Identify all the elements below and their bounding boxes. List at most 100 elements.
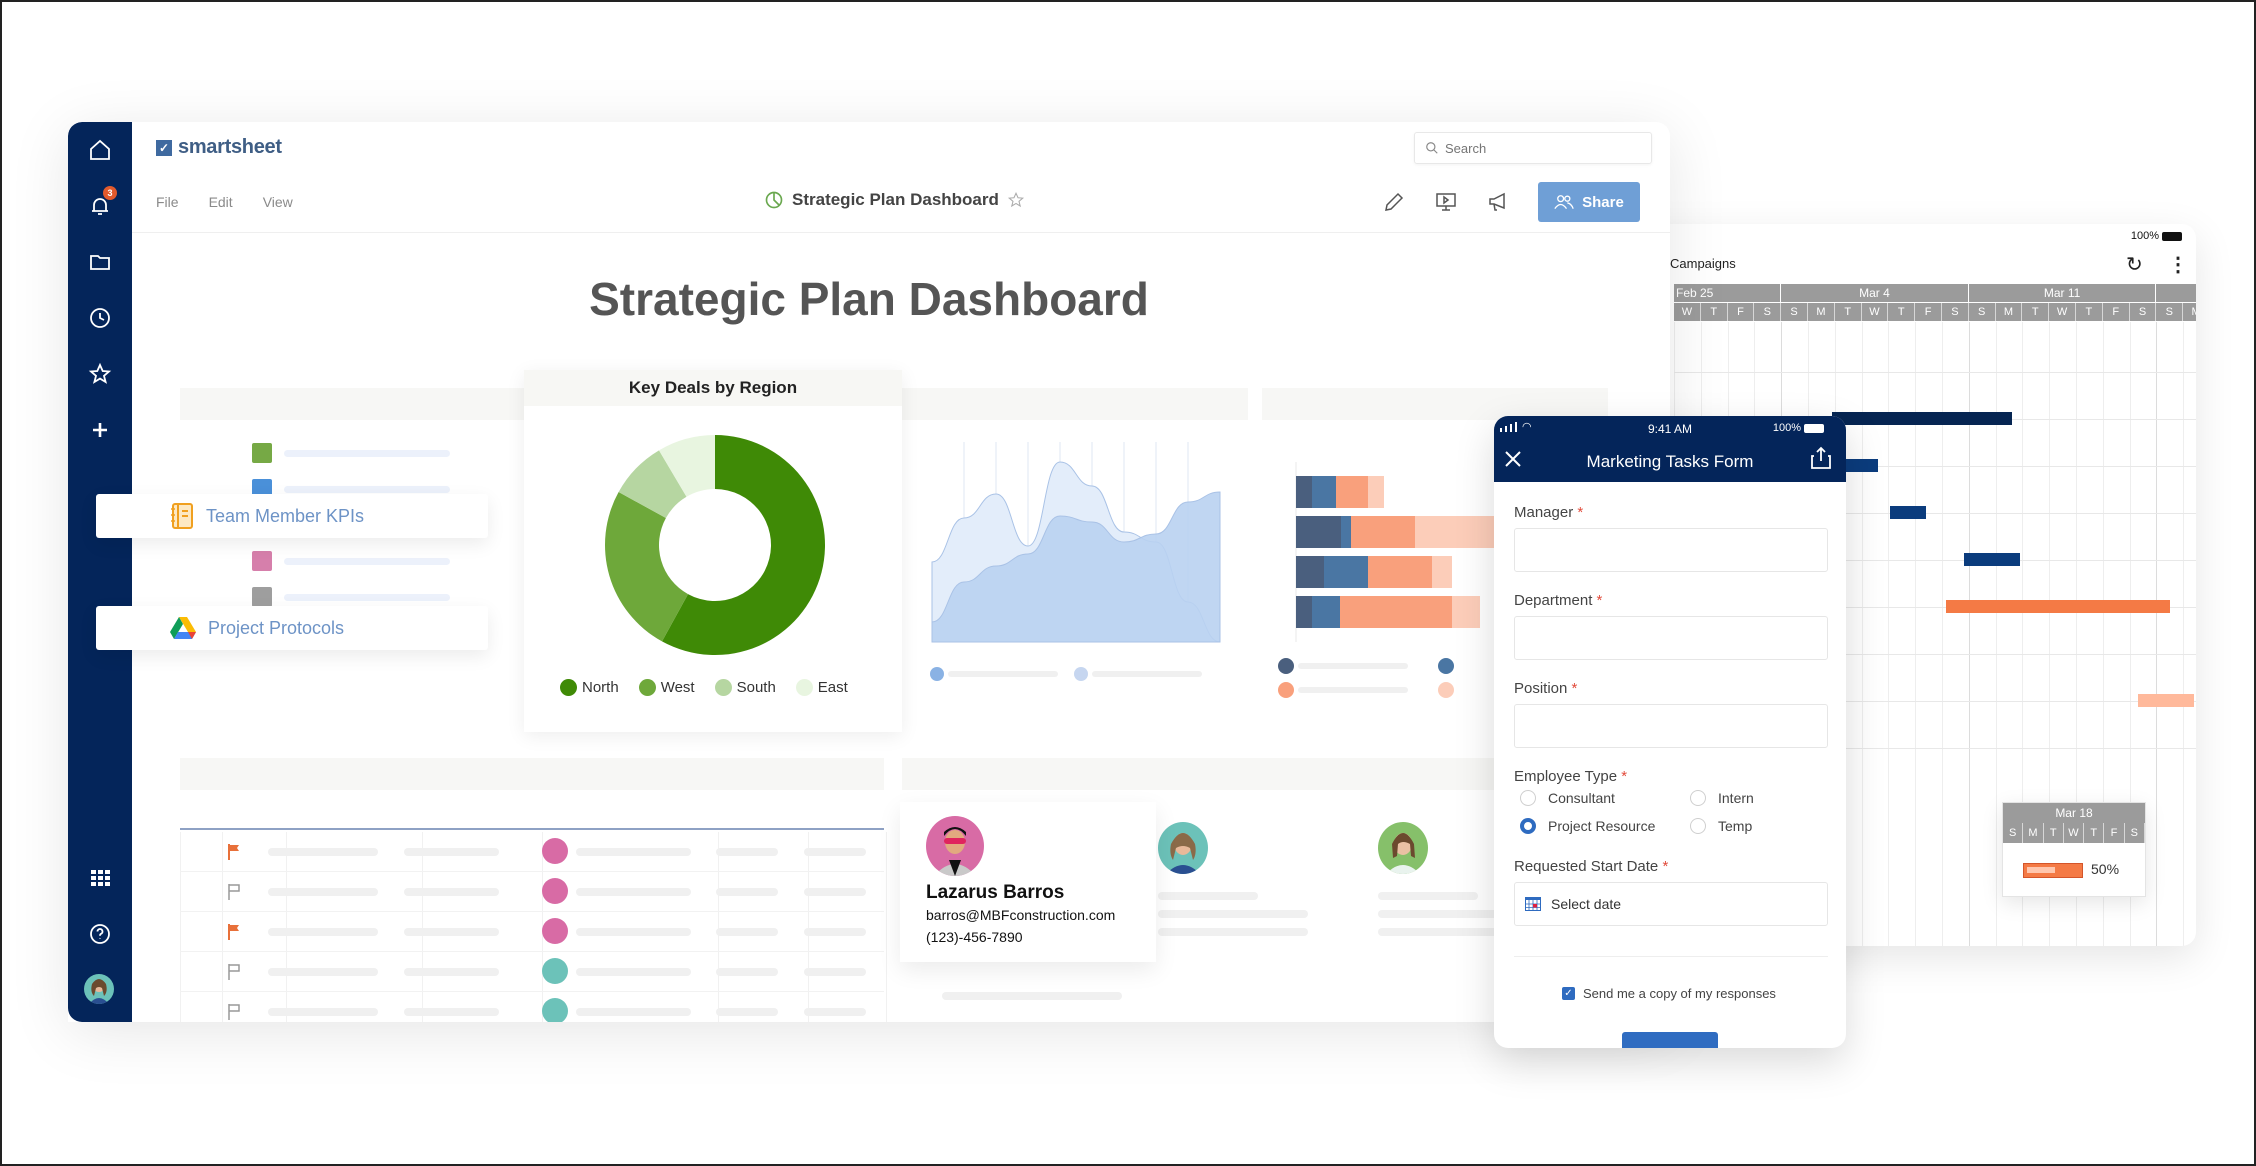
radio-project-resource[interactable]: Project Resource [1520, 818, 1655, 834]
star-icon[interactable] [84, 358, 116, 390]
google-drive-icon [170, 617, 196, 639]
flag-outline-icon[interactable] [228, 884, 240, 900]
tablet-battery: 100% [2131, 230, 2182, 242]
contact-email[interactable]: barros@MBFconstruction.com [926, 907, 1115, 923]
assignee-avatar[interactable] [542, 838, 568, 864]
favorite-star-icon[interactable] [1007, 191, 1025, 209]
menu-edit[interactable]: Edit [209, 194, 233, 210]
gantt-day-header: S [2156, 303, 2184, 321]
refresh-icon[interactable]: ↻ [2126, 252, 2143, 277]
tooltip-progress-label: 50% [2091, 861, 2120, 877]
area-legend-dot-b [1074, 667, 1088, 681]
flag-filled-icon[interactable] [228, 924, 240, 940]
assignee-avatar[interactable] [542, 958, 568, 984]
assignee-avatar[interactable] [542, 878, 568, 904]
assignee-avatar[interactable] [542, 998, 568, 1022]
gantt-day-header: S [1968, 303, 1996, 321]
help-icon[interactable] [84, 918, 116, 950]
menu-file[interactable]: File [156, 194, 179, 210]
gantt-task-bar[interactable] [1832, 412, 2012, 425]
notification-badge: 3 [103, 186, 117, 200]
announce-megaphone-icon[interactable] [1486, 190, 1510, 219]
flag-outline-icon[interactable] [228, 1004, 240, 1020]
gantt-day-header: S [1781, 303, 1808, 321]
gantt-task-bar[interactable] [1946, 600, 2170, 613]
team-member-avatar[interactable] [1158, 822, 1208, 874]
bar-segment [1296, 556, 1324, 588]
start-date-picker[interactable]: Select date [1514, 882, 1828, 926]
cell-placeholder [404, 928, 499, 936]
edit-pencil-icon[interactable] [1382, 190, 1406, 219]
more-options-icon[interactable]: ⋮ [2168, 252, 2188, 277]
placeholder-line [284, 558, 450, 565]
bar-segment [1296, 596, 1312, 628]
table-row[interactable] [180, 952, 884, 992]
notifications-button[interactable]: 3 [84, 186, 117, 222]
search-box[interactable] [1414, 132, 1652, 164]
position-input[interactable] [1514, 704, 1828, 748]
gantt-day-header: T [1888, 303, 1916, 321]
assignee-avatar[interactable] [542, 918, 568, 944]
link-project-protocols[interactable]: Project Protocols [96, 606, 488, 650]
apps-grid-icon[interactable] [84, 862, 116, 894]
radio-button[interactable] [1520, 790, 1536, 806]
radio-intern[interactable]: Intern [1690, 790, 1754, 806]
gantt-day-header: T [1834, 303, 1862, 321]
checkbox-checked-icon[interactable]: ✓ [1562, 987, 1575, 1000]
key-deals-widget: Key Deals by Region North West South East [524, 370, 902, 732]
legend-dot [795, 679, 813, 696]
flag-outline-icon[interactable] [228, 964, 240, 980]
area-legend-dot-a [930, 667, 944, 681]
flag-filled-icon[interactable] [228, 844, 240, 860]
tablet-sheet-name: Campaigns [1670, 256, 1736, 271]
smartsheet-logo[interactable]: ✓ smartsheet [156, 136, 282, 159]
manager-input[interactable] [1514, 528, 1828, 572]
table-row[interactable] [180, 872, 884, 912]
search-input[interactable] [1445, 140, 1635, 156]
tooltip-days: SMTWTFS [2003, 823, 2145, 843]
cell-placeholder [716, 1008, 778, 1016]
tooltip-day: M [2023, 823, 2044, 843]
bar-segment [1312, 476, 1336, 508]
contact-phone: (123)-456-7890 [926, 929, 1023, 945]
present-icon[interactable] [1434, 190, 1458, 219]
gantt-day-header: W [1861, 303, 1889, 321]
cell-placeholder [804, 928, 866, 936]
contact-avatar [926, 816, 984, 876]
placeholder-line [942, 992, 1122, 1000]
legend-label: West [660, 679, 695, 696]
gantt-task-bar[interactable] [2138, 694, 2194, 707]
radio-button[interactable] [1690, 818, 1706, 834]
department-input[interactable] [1514, 616, 1828, 660]
radio-button-selected[interactable] [1520, 818, 1536, 834]
donut-chart [605, 435, 825, 655]
table-row[interactable] [180, 912, 884, 952]
radio-temp[interactable]: Temp [1690, 818, 1752, 834]
bar-segment [1296, 516, 1341, 548]
contact-card: Lazarus Barros barros@MBFconstruction.co… [900, 802, 1156, 962]
table-row[interactable] [180, 832, 884, 872]
radio-consultant[interactable]: Consultant [1520, 790, 1615, 806]
user-avatar[interactable] [84, 974, 114, 1004]
gantt-day-header: F [1915, 303, 1942, 321]
gantt-task-bar[interactable] [1964, 553, 2020, 566]
home-icon[interactable] [84, 134, 116, 166]
menu-view[interactable]: View [263, 194, 293, 210]
team-member-avatar[interactable] [1378, 822, 1428, 874]
table-row[interactable] [180, 992, 884, 1022]
plus-icon[interactable] [84, 414, 116, 446]
table-widget-header [180, 758, 884, 790]
share-export-icon[interactable] [1810, 446, 1832, 470]
placeholder-line [948, 671, 1058, 677]
share-button[interactable]: Share [1538, 182, 1640, 222]
gantt-week-header: Mar 11 [1968, 284, 2157, 302]
radio-button[interactable] [1690, 790, 1706, 806]
submit-button[interactable] [1622, 1032, 1718, 1048]
link-team-member-kpis[interactable]: Team Member KPIs [96, 494, 488, 538]
menu-bar: File Edit View [156, 194, 293, 210]
gantt-task-bar[interactable] [1890, 506, 1926, 519]
copy-responses-checkbox[interactable]: ✓ Send me a copy of my responses [1562, 986, 1776, 1001]
radio-label: Temp [1718, 818, 1753, 834]
manager-label: Manager * [1514, 504, 1584, 521]
gantt-day-header: S [2129, 303, 2157, 321]
